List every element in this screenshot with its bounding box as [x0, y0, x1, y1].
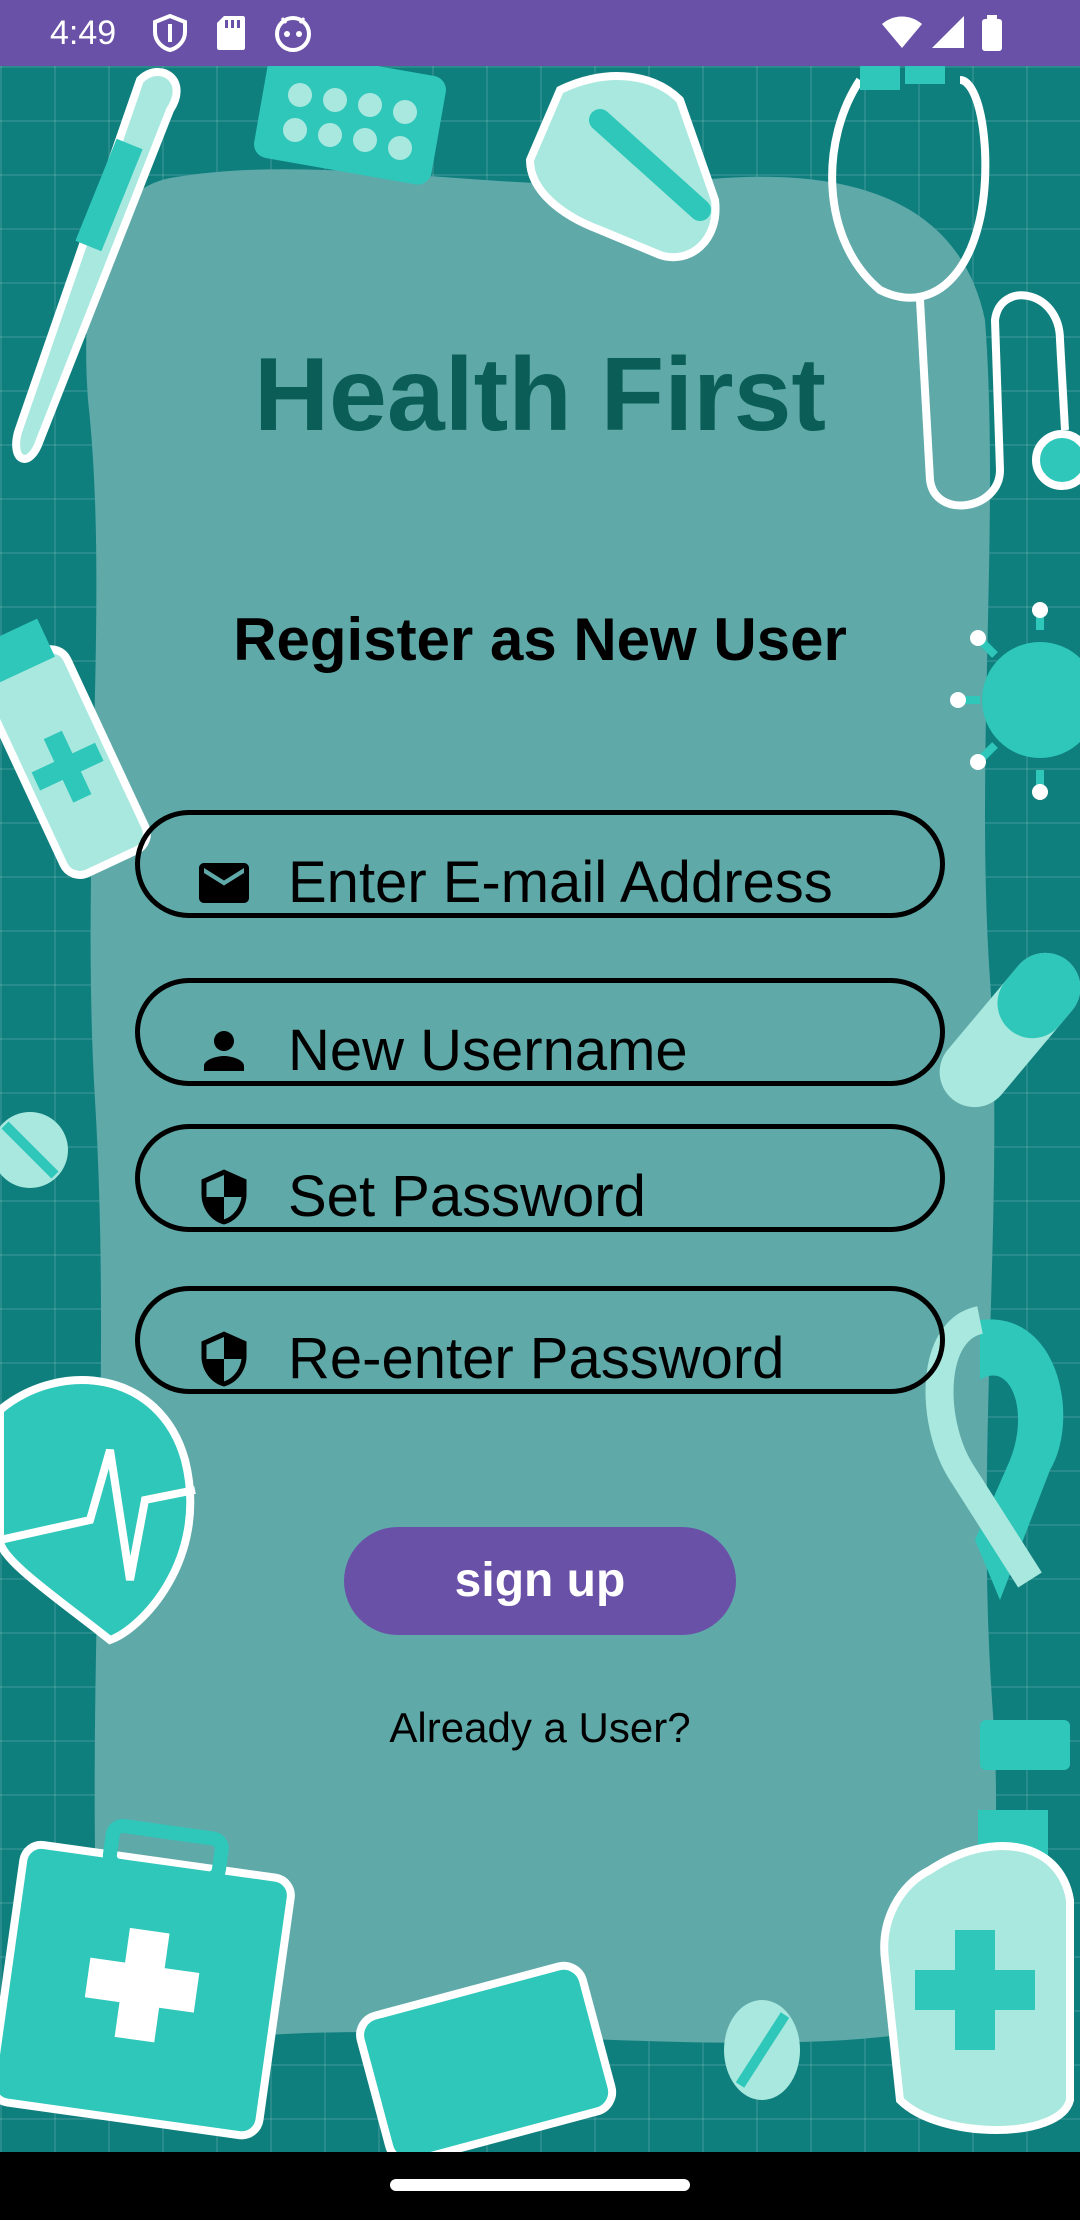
username-field[interactable]: New Username	[135, 978, 945, 1086]
shield-icon	[153, 14, 187, 52]
sanitizer-bottle-icon	[880, 1720, 1074, 2134]
signal-icon	[932, 16, 964, 48]
awareness-ribbon-icon	[925, 1306, 1064, 1600]
first-aid-kit-icon	[0, 1818, 295, 2140]
sd-card-icon	[217, 16, 245, 50]
shield-icon	[201, 1169, 247, 1225]
face-mask-icon	[356, 1961, 617, 2166]
status-time: 4:49	[50, 14, 117, 52]
capsule-icon	[939, 952, 1080, 1108]
glove-icon	[525, 72, 720, 262]
sign-up-button[interactable]: sign up	[344, 1527, 736, 1635]
app-title: Health First	[253, 337, 827, 453]
username-placeholder: New Username	[288, 1018, 688, 1083]
android-head-icon	[275, 16, 311, 52]
person-icon	[204, 1031, 244, 1071]
navigation-bar	[0, 2152, 1080, 2220]
shield-icon	[201, 1331, 247, 1387]
wifi-icon	[882, 16, 922, 48]
small-pill-icon	[724, 2000, 800, 2100]
mail-icon	[199, 863, 249, 903]
round-pill-icon	[0, 1112, 68, 1188]
pill-pack-icon	[254, 49, 446, 185]
password-placeholder: Set Password	[288, 1164, 646, 1229]
confirm-password-field[interactable]: Re-enter Password	[135, 1286, 945, 1394]
email-field[interactable]: Enter E-mail Address	[135, 810, 945, 918]
heart-icon	[0, 1376, 196, 1645]
battery-icon	[982, 15, 1002, 51]
home-indicator[interactable]	[390, 2179, 690, 2191]
confirm-password-placeholder: Re-enter Password	[288, 1326, 785, 1391]
page-subtitle: Register as New User	[233, 606, 847, 673]
email-placeholder: Enter E-mail Address	[288, 850, 833, 915]
password-field[interactable]: Set Password	[135, 1124, 945, 1232]
status-bar: 4:49	[0, 0, 1080, 66]
already-user-link[interactable]: Already a User?	[0, 1700, 1080, 1756]
